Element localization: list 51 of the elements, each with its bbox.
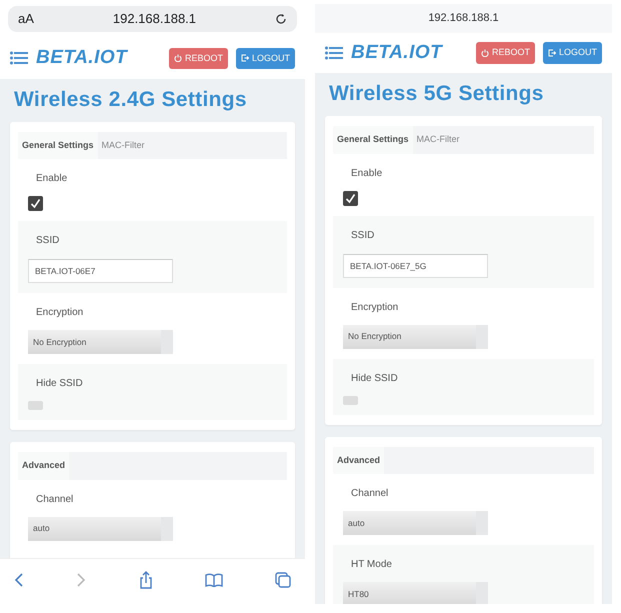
select-field[interactable]: No Encryption (343, 324, 488, 349)
input-field[interactable]: BETA.IOT-06E7 (28, 259, 173, 284)
field-label: Hide SSID (36, 377, 84, 392)
field-label: Encryption (36, 306, 84, 320)
field-label: Channel (351, 487, 390, 502)
menu-icon[interactable] (10, 51, 28, 66)
select-field[interactable]: HT80 (343, 582, 488, 604)
input-field[interactable]: BETA.IOT-06E7_5G (343, 254, 488, 278)
power-icon (174, 54, 182, 62)
tab[interactable]: MAC-Filter (98, 132, 149, 160)
brand-logo: BETA.IOT (351, 40, 442, 64)
checkbox[interactable] (343, 396, 358, 405)
select-field[interactable]: No Encryption (28, 330, 173, 354)
tab[interactable]: MAC-Filter (412, 126, 464, 154)
brand-logo: BETA.IOT (36, 46, 128, 70)
reboot-button[interactable]: REBOOT (476, 42, 535, 64)
power-icon (480, 48, 489, 57)
checkbox[interactable] (28, 401, 43, 410)
address-bar[interactable]: aA 192.168.188.1 (8, 6, 297, 32)
select-field[interactable]: auto (343, 511, 488, 536)
field-label: SSID (36, 234, 60, 248)
field-label: HT Mode (351, 558, 393, 572)
reboot-button[interactable]: REBOOT (168, 48, 228, 69)
tab[interactable]: General Settings (333, 126, 413, 154)
tab[interactable]: General Settings (18, 132, 98, 160)
checkbox[interactable] (28, 196, 43, 212)
field-label: Enable (36, 172, 68, 186)
select-field[interactable]: auto (28, 516, 173, 541)
share-icon[interactable] (138, 570, 152, 588)
url-text: 192.168.188.1 (428, 12, 499, 24)
checkbox[interactable] (343, 190, 358, 206)
logout-button[interactable]: LOGOUT (236, 48, 295, 69)
field-label: Channel (36, 492, 74, 507)
field-label: Hide SSID (351, 372, 399, 386)
tab[interactable]: Advanced (18, 452, 70, 480)
page-title: Wireless 5G Settings (328, 81, 545, 107)
logout-button[interactable]: LOGOUT (542, 42, 602, 64)
menu-icon[interactable] (325, 46, 343, 60)
tab[interactable]: Advanced (333, 446, 384, 474)
back-icon[interactable] (14, 572, 24, 588)
logout-icon (240, 54, 249, 62)
reload-icon[interactable] (274, 13, 287, 25)
field-label: Encryption (351, 300, 400, 315)
field-label: SSID (351, 228, 376, 243)
field-label: Enable (351, 166, 384, 181)
tabs-icon[interactable] (275, 572, 291, 588)
url-text: 192.168.188.1 (112, 10, 196, 28)
logout-icon (548, 48, 556, 57)
book-icon[interactable] (204, 572, 223, 586)
page-title: Wireless 2.4G Settings (13, 86, 248, 112)
text-size-button[interactable]: aA (18, 9, 34, 29)
